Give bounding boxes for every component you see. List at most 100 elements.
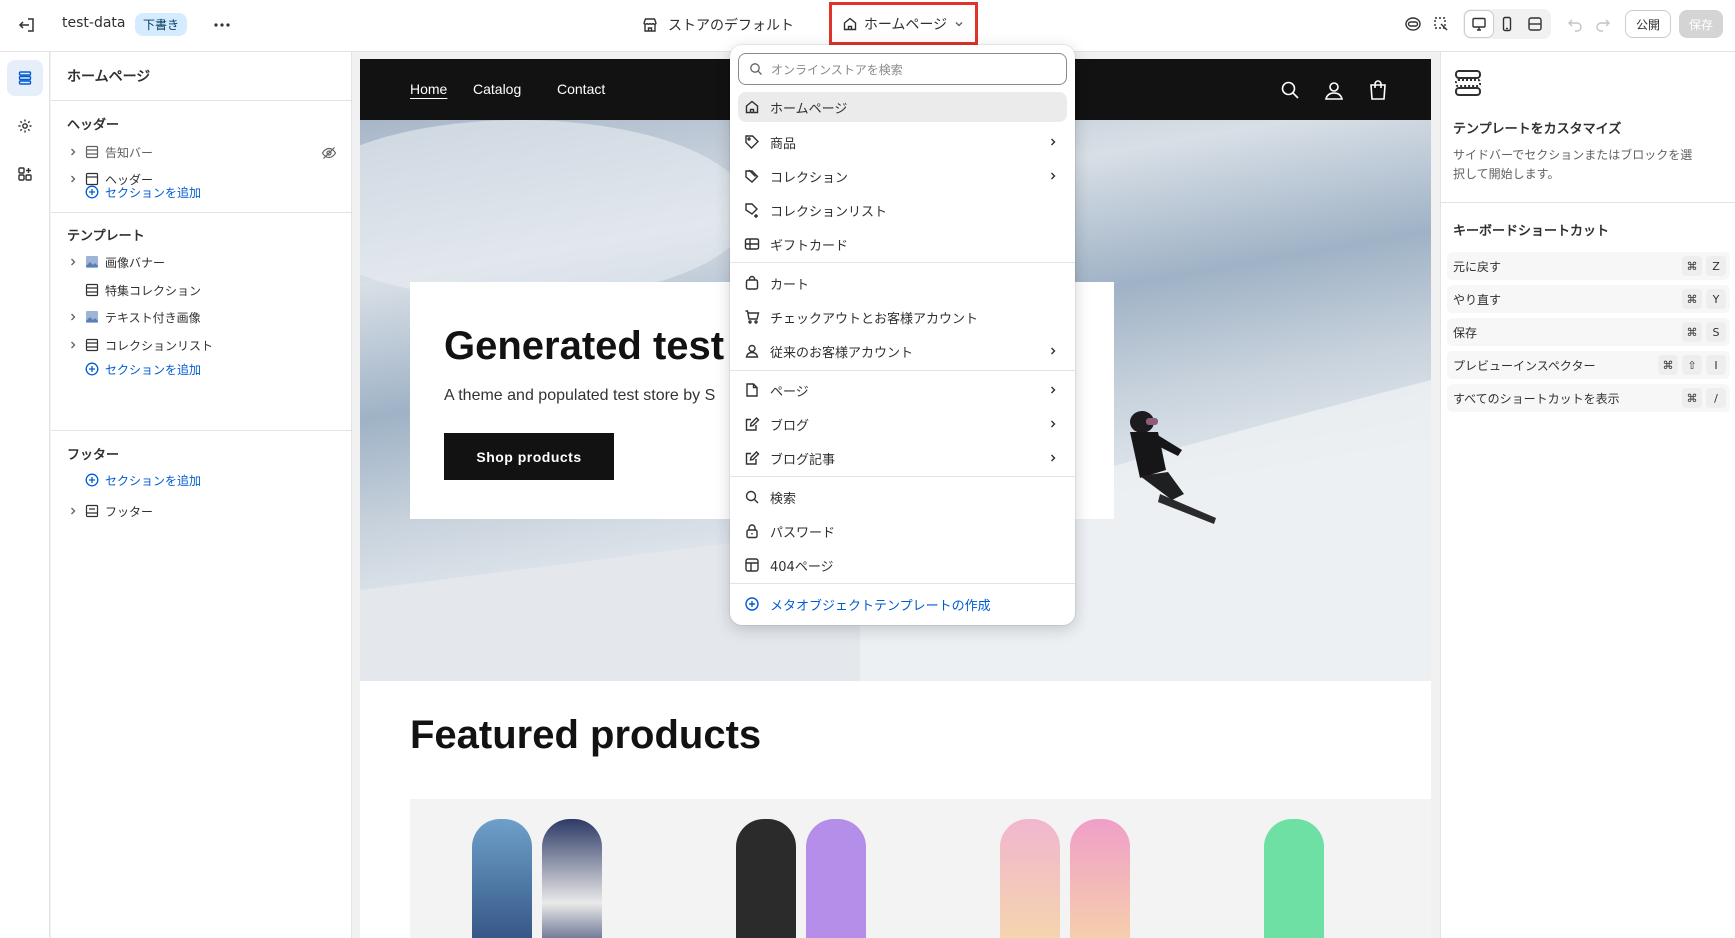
- product-card[interactable]: [410, 799, 686, 938]
- theme-selector[interactable]: ストアのデフォルト: [642, 13, 794, 37]
- section-announcement-bar[interactable]: 告知バー: [67, 140, 337, 164]
- menu-item-label: カート: [770, 277, 810, 293]
- section-image-with-text[interactable]: テキスト付き画像: [67, 305, 337, 329]
- shortcut-label: 元に戻す: [1453, 259, 1502, 274]
- mobile-view-icon[interactable]: [1493, 11, 1521, 37]
- sections-sidebar: ホームページ ヘッダー 告知バー ヘッダー セクションを追加 テンプレート 画像…: [51, 52, 352, 938]
- menu-item-cart[interactable]: カート: [738, 268, 1067, 298]
- layout-icon: [744, 557, 760, 573]
- gift-card-icon: [744, 236, 760, 252]
- product-image: [736, 819, 796, 938]
- shortcut-label: やり直す: [1453, 292, 1502, 307]
- product-card[interactable]: [674, 799, 950, 938]
- collection-list-icon: [744, 202, 760, 218]
- panel-title: テンプレートをカスタマイズ: [1453, 122, 1622, 137]
- section-featured-collection[interactable]: 特集コレクション: [67, 278, 337, 302]
- chevron-right-icon[interactable]: [67, 173, 79, 185]
- key-cap: Z: [1706, 256, 1726, 276]
- menu-item-blog-post[interactable]: ブログ記事: [738, 443, 1067, 473]
- shortcut-row: プレビューインスペクター ⌘ ⇧ I: [1447, 351, 1730, 379]
- chevron-right-icon[interactable]: [67, 339, 79, 351]
- add-section-label: セクションを追加: [105, 185, 202, 200]
- product-image: [806, 819, 866, 938]
- chevron-right-icon: [1047, 452, 1059, 464]
- section-label: 告知バー: [105, 145, 154, 160]
- menu-item-pages[interactable]: ページ: [738, 375, 1067, 405]
- store-search-input[interactable]: オンラインストアを検索: [738, 53, 1067, 85]
- section-image-banner[interactable]: 画像バナー: [67, 250, 337, 274]
- chevron-right-icon[interactable]: [67, 505, 79, 517]
- menu-item-collections[interactable]: コレクション: [738, 161, 1067, 191]
- menu-item-label: ギフトカード: [770, 238, 849, 254]
- shop-products-button[interactable]: Shop products: [444, 433, 614, 480]
- search-placeholder: オンラインストアを検索: [771, 62, 903, 77]
- fullscreen-view-icon[interactable]: [1521, 11, 1549, 37]
- add-section-button[interactable]: セクションを追加: [85, 181, 201, 203]
- menu-item-blog[interactable]: ブログ: [738, 409, 1067, 439]
- chevron-right-icon[interactable]: [67, 311, 79, 323]
- page-selector[interactable]: ホームページ: [829, 2, 978, 45]
- page-selector-label: ホームページ: [863, 16, 948, 33]
- settings-gear-icon[interactable]: [7, 108, 43, 144]
- redo-icon[interactable]: [1589, 10, 1617, 38]
- chevron-right-icon: [1047, 418, 1059, 430]
- menu-item-label: チェックアウトとお客様アカウント: [770, 311, 979, 327]
- add-section-label: セクションを追加: [105, 362, 202, 377]
- create-metaobject-template-button[interactable]: メタオブジェクトテンプレートの作成: [738, 589, 1067, 619]
- menu-item-checkout[interactable]: チェックアウトとお客様アカウント: [738, 302, 1067, 332]
- cart-icon[interactable]: [1366, 78, 1390, 102]
- menu-item-classic-accounts[interactable]: 従来のお客様アカウント: [738, 336, 1067, 366]
- apps-icon[interactable]: [7, 156, 43, 192]
- image-icon: [85, 310, 99, 324]
- product-card[interactable]: [938, 799, 1214, 938]
- viewport-toggle: [1462, 9, 1551, 39]
- hero-heading: Generated test: [444, 324, 725, 368]
- section-icon: [85, 145, 99, 159]
- divider: [730, 370, 1075, 371]
- section-collection-list[interactable]: コレクションリスト: [67, 333, 337, 357]
- desktop-view-icon[interactable]: [1464, 11, 1493, 37]
- more-actions-icon[interactable]: [210, 13, 234, 37]
- chevron-right-icon[interactable]: [67, 256, 79, 268]
- chevron-down-icon: [953, 18, 965, 30]
- settings-panel: テンプレートをカスタマイズ サイドバーでセクションまたはブロックを選択して開始し…: [1440, 52, 1735, 938]
- lock-icon: [744, 523, 760, 539]
- menu-item-label: ページ: [770, 384, 809, 400]
- undo-icon[interactable]: [1561, 10, 1589, 38]
- save-button[interactable]: 保存: [1678, 10, 1723, 38]
- menu-item-products[interactable]: 商品: [738, 127, 1067, 157]
- inspector-icon[interactable]: [1427, 10, 1455, 38]
- divider: [730, 476, 1075, 477]
- menu-item-collection-list[interactable]: コレクションリスト: [738, 195, 1067, 225]
- menu-item-404[interactable]: 404ページ: [738, 550, 1067, 580]
- menu-item-password[interactable]: パスワード: [738, 516, 1067, 546]
- product-image: [1070, 819, 1130, 938]
- product-card[interactable]: [1202, 799, 1431, 938]
- menu-item-gift-card[interactable]: ギフトカード: [738, 229, 1067, 259]
- search-icon[interactable]: [1278, 78, 1302, 102]
- exit-icon[interactable]: [16, 14, 38, 36]
- menu-item-label: ブログ: [770, 418, 810, 434]
- nav-link-contact[interactable]: Contact: [557, 81, 605, 97]
- chevron-right-icon[interactable]: [67, 146, 79, 158]
- product-image: [472, 819, 532, 938]
- menu-item-home[interactable]: ホームページ: [738, 92, 1067, 122]
- account-icon[interactable]: [1322, 78, 1346, 102]
- home-icon: [744, 99, 760, 115]
- shortcut-label: すべてのショートカットを表示: [1453, 391, 1620, 406]
- hidden-eye-icon[interactable]: [321, 145, 337, 161]
- featured-heading: Featured products: [410, 713, 762, 757]
- section-footer[interactable]: フッター: [67, 499, 337, 523]
- publish-button[interactable]: 公開: [1624, 10, 1671, 38]
- sections-icon[interactable]: [7, 60, 43, 96]
- nav-link-home[interactable]: Home: [410, 81, 447, 97]
- key-cap: ⌘: [1682, 388, 1702, 408]
- add-section-button[interactable]: セクションを追加: [85, 469, 201, 491]
- key-cap: I: [1706, 355, 1726, 375]
- menu-item-search[interactable]: 検索: [738, 482, 1067, 512]
- person-icon: [744, 343, 760, 359]
- add-section-button[interactable]: セクションを追加: [85, 358, 201, 380]
- ai-sidekick-icon[interactable]: [1399, 10, 1427, 38]
- section-icon: [85, 504, 99, 518]
- nav-link-catalog[interactable]: Catalog: [473, 81, 521, 97]
